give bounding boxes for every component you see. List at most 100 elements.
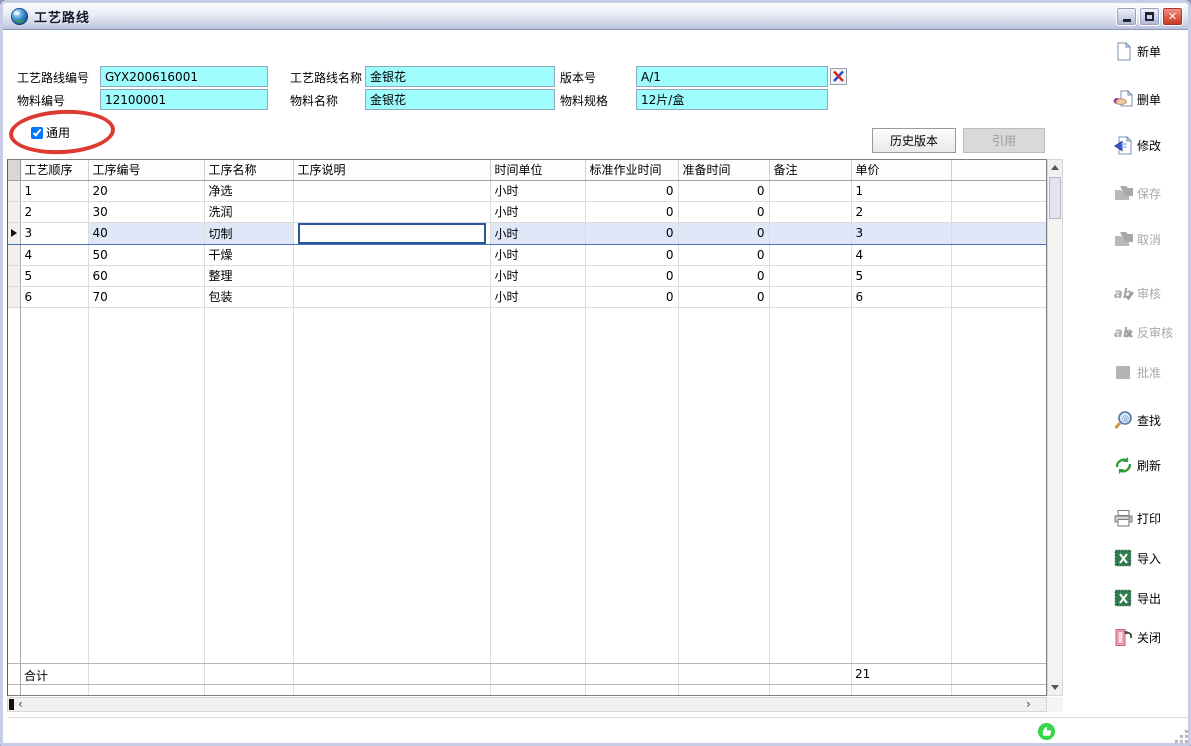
col-header-op-no[interactable]: 工序编号 <box>88 160 204 180</box>
vertical-scrollbar[interactable] <box>1047 159 1063 696</box>
export-button[interactable]: 导出 <box>1113 588 1161 609</box>
cell[interactable] <box>769 265 851 286</box>
table-row-selected[interactable]: 3 40 切制 小时 0 0 3 <box>8 222 1046 244</box>
table-row[interactable]: 1 20 净选 小时 0 0 1 <box>8 180 1046 201</box>
material-spec-field[interactable] <box>636 89 828 110</box>
col-header-std-time[interactable]: 标准作业时间 <box>585 160 678 180</box>
quote-button[interactable]: 引用 <box>963 128 1045 153</box>
table-row[interactable]: 5 60 整理 小时 0 0 5 <box>8 265 1046 286</box>
scroll-up-button[interactable] <box>1048 160 1062 175</box>
cell[interactable]: 洗润 <box>204 201 293 222</box>
cell[interactable]: 1 <box>20 180 88 201</box>
cell[interactable]: 净选 <box>204 180 293 201</box>
cell[interactable]: 0 <box>585 180 678 201</box>
cell[interactable]: 3 <box>851 222 951 244</box>
cell[interactable]: 小时 <box>490 201 585 222</box>
cell[interactable] <box>951 244 1046 265</box>
new-button[interactable]: 新单 <box>1113 41 1161 62</box>
scroll-right-button[interactable]: › <box>1026 698 1031 711</box>
cell[interactable]: 2 <box>851 201 951 222</box>
cell[interactable] <box>769 222 851 244</box>
cell[interactable]: 2 <box>20 201 88 222</box>
audit-button[interactable]: ab 审核 <box>1113 283 1161 304</box>
cell[interactable] <box>951 201 1046 222</box>
cell[interactable]: 4 <box>20 244 88 265</box>
cell[interactable]: 4 <box>851 244 951 265</box>
cell[interactable]: 1 <box>851 180 951 201</box>
modify-button[interactable]: 修改 <box>1113 135 1161 156</box>
cell[interactable]: 干燥 <box>204 244 293 265</box>
table-row[interactable]: 6 70 包装 小时 0 0 6 <box>8 286 1046 307</box>
cell[interactable]: 0 <box>678 244 769 265</box>
cell[interactable]: 5 <box>20 265 88 286</box>
col-header-time-unit[interactable]: 时间单位 <box>490 160 585 180</box>
process-desc-edit-input[interactable] <box>298 223 486 244</box>
col-header-op-name[interactable]: 工序名称 <box>204 160 293 180</box>
cell[interactable] <box>951 286 1046 307</box>
scroll-down-button[interactable] <box>1048 680 1062 695</box>
cell[interactable]: 0 <box>585 201 678 222</box>
cell[interactable]: 0 <box>678 265 769 286</box>
cell[interactable]: 30 <box>88 201 204 222</box>
cancel-button[interactable]: 取消 <box>1113 229 1161 250</box>
unaudit-button[interactable]: ab 反审核 <box>1113 322 1173 343</box>
col-header-op-desc[interactable]: 工序说明 <box>293 160 490 180</box>
cell[interactable]: 6 <box>851 286 951 307</box>
cell[interactable]: 5 <box>851 265 951 286</box>
cell[interactable]: 0 <box>678 222 769 244</box>
cell[interactable] <box>769 201 851 222</box>
cell[interactable] <box>293 244 490 265</box>
cell[interactable]: 小时 <box>490 244 585 265</box>
minimize-button[interactable] <box>1116 7 1137 26</box>
route-name-field[interactable] <box>365 66 555 87</box>
resize-grip[interactable] <box>1174 729 1188 743</box>
col-header-remark[interactable]: 备注 <box>769 160 851 180</box>
cell[interactable]: 小时 <box>490 265 585 286</box>
cell[interactable]: 70 <box>88 286 204 307</box>
cell[interactable]: 0 <box>585 222 678 244</box>
cell[interactable]: 60 <box>88 265 204 286</box>
cell[interactable] <box>769 244 851 265</box>
cell[interactable]: 切制 <box>204 222 293 244</box>
approve-button[interactable]: 批准 <box>1113 362 1161 383</box>
cell[interactable]: 小时 <box>490 222 585 244</box>
save-button[interactable]: 保存 <box>1113 183 1161 204</box>
cell[interactable]: 0 <box>585 286 678 307</box>
print-button[interactable]: 打印 <box>1113 508 1161 529</box>
cell[interactable] <box>293 201 490 222</box>
maximize-button[interactable] <box>1139 7 1160 26</box>
cell[interactable]: 0 <box>678 180 769 201</box>
col-header-prep-time[interactable]: 准备时间 <box>678 160 769 180</box>
import-button[interactable]: 导入 <box>1113 548 1161 569</box>
material-name-field[interactable] <box>365 89 555 110</box>
cell[interactable]: 包装 <box>204 286 293 307</box>
cell[interactable]: 50 <box>88 244 204 265</box>
cell[interactable]: 3 <box>20 222 88 244</box>
close-button[interactable]: ✕ <box>1162 7 1183 26</box>
general-checkbox[interactable] <box>31 127 43 139</box>
cell[interactable]: 整理 <box>204 265 293 286</box>
cell[interactable] <box>951 180 1046 201</box>
cell[interactable]: 小时 <box>490 286 585 307</box>
close-form-button[interactable]: 关闭 <box>1113 627 1161 648</box>
history-version-button[interactable]: 历史版本 <box>872 128 956 153</box>
col-header-extra[interactable] <box>951 160 1046 180</box>
version-tools-button[interactable] <box>830 68 847 85</box>
delete-button[interactable]: 删单 <box>1113 89 1161 110</box>
cell[interactable]: 6 <box>20 286 88 307</box>
cell[interactable]: 20 <box>88 180 204 201</box>
title-bar[interactable]: 工艺路线 ✕ <box>3 3 1188 30</box>
cell[interactable]: 小时 <box>490 180 585 201</box>
find-button[interactable]: @ 查找 <box>1113 410 1161 431</box>
cell[interactable]: 0 <box>585 265 678 286</box>
horizontal-scroll-thumb[interactable] <box>9 699 14 710</box>
col-header-unit-price[interactable]: 单价 <box>851 160 951 180</box>
cell[interactable] <box>293 286 490 307</box>
cell[interactable]: 0 <box>678 201 769 222</box>
cell[interactable]: 0 <box>678 286 769 307</box>
table-row[interactable]: 4 50 干燥 小时 0 0 4 <box>8 244 1046 265</box>
cell[interactable]: 0 <box>585 244 678 265</box>
version-field[interactable] <box>636 66 828 87</box>
cell[interactable]: 40 <box>88 222 204 244</box>
cell[interactable] <box>293 180 490 201</box>
